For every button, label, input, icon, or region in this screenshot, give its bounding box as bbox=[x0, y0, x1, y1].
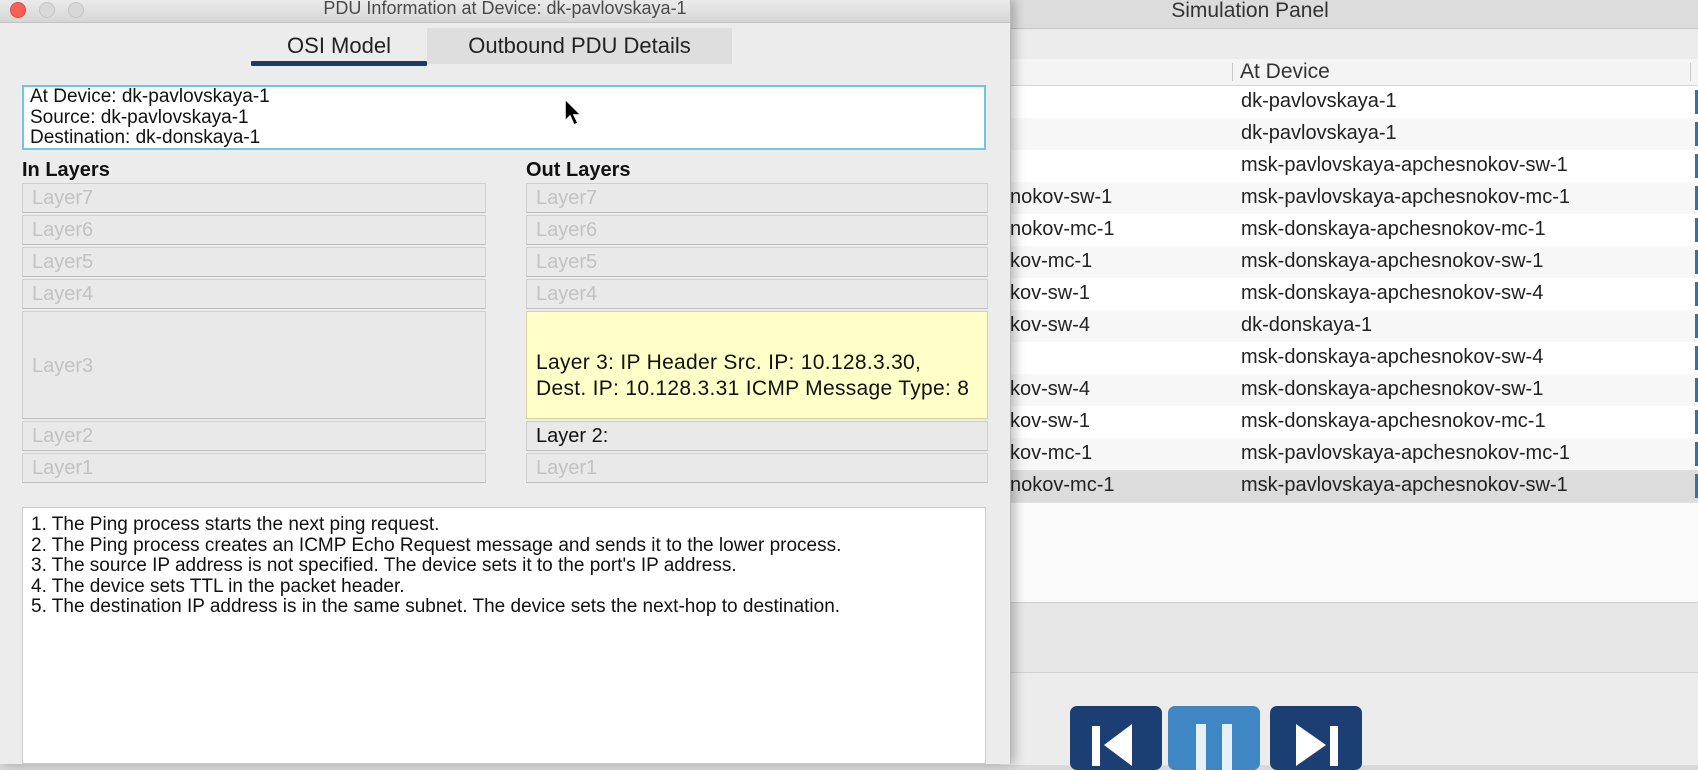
event-last-device-cell: nokov-mc-1 bbox=[1010, 218, 1115, 240]
process-step: 2. The Ping process creates an ICMP Echo… bbox=[31, 534, 842, 556]
event-row[interactable]: kov-sw-1 msk-donskaya-apchesnokov-mc-1 bbox=[1000, 406, 1698, 438]
simulation-panel-toolbar bbox=[1000, 29, 1698, 60]
event-row[interactable]: kov-sw-1 msk-donskaya-apchesnokov-sw-4 bbox=[1000, 278, 1698, 310]
event-row[interactable]: nokov-mc-1 msk-donskaya-apchesnokov-mc-1 bbox=[1000, 214, 1698, 246]
event-row[interactable]: kov-mc-1 msk-pavlovskaya-apchesnokov-mc-1 bbox=[1000, 438, 1698, 470]
out-layer-7-button[interactable]: Layer7 bbox=[526, 183, 988, 213]
simulation-panel-titlebar: Simulation Panel bbox=[1000, 0, 1698, 29]
event-row[interactable]: msk-donskaya-apchesnokov-sw-4 bbox=[1000, 342, 1698, 374]
process-step: 5. The destination IP address is in the … bbox=[31, 596, 841, 617]
in-layer-7-button[interactable]: Layer7 bbox=[22, 183, 486, 213]
event-at-device-cell: msk-pavlovskaya-apchesnokov-sw-1 bbox=[1241, 474, 1568, 496]
dialog-titlebar[interactable]: PDU Information at Device: dk-pavlovskay… bbox=[0, 0, 1010, 23]
pause-button[interactable] bbox=[1168, 706, 1260, 770]
event-at-device-cell: msk-donskaya-apchesnokov-sw-1 bbox=[1241, 378, 1544, 400]
tab-osi-model[interactable]: OSI Model bbox=[251, 28, 427, 66]
event-row[interactable]: kov-mc-1 msk-donskaya-apchesnokov-sw-1 bbox=[1000, 246, 1698, 278]
event-row[interactable]: nokov-sw-1 msk-pavlovskaya-apchesnokov-mc… bbox=[1000, 182, 1698, 214]
step-forward-icon bbox=[1296, 724, 1338, 766]
step-back-button[interactable] bbox=[1070, 706, 1162, 770]
in-layers-heading: In Layers bbox=[22, 159, 110, 181]
event-last-device-cell: kov-mc-1 bbox=[1010, 250, 1093, 272]
event-at-device-cell: msk-donskaya-apchesnokov-sw-4 bbox=[1241, 346, 1544, 368]
pause-icon bbox=[1196, 724, 1232, 770]
event-row[interactable]: dk-pavlovskaya-1 bbox=[1000, 118, 1698, 150]
column-separator[interactable] bbox=[1232, 63, 1233, 81]
in-layer-6-button[interactable]: Layer6 bbox=[22, 215, 486, 245]
column-separator[interactable] bbox=[1690, 63, 1691, 81]
event-row[interactable]: nokov-mc-1 msk-pavlovskaya-apchesnokov-sw… bbox=[1000, 470, 1698, 502]
event-at-device-cell: dk-pavlovskaya-1 bbox=[1241, 122, 1397, 144]
pdu-information-dialog: PDU Information at Device: dk-pavlovskay… bbox=[0, 0, 1011, 764]
process-step: 3. The source IP address is not specifie… bbox=[31, 555, 737, 576]
process-step: 4. The device sets TTL in the packet hea… bbox=[31, 575, 405, 597]
tab-outbound-pdu-details[interactable]: Outbound PDU Details bbox=[427, 28, 732, 64]
simulation-panel-window: Simulation Panel At Device dk-pavlovskay… bbox=[1000, 0, 1698, 770]
event-row[interactable]: msk-pavlovskaya-apchesnokov-sw-1 bbox=[1000, 150, 1698, 182]
event-last-device-cell: kov-mc-1 bbox=[1010, 442, 1093, 464]
out-layer-2-button[interactable]: Layer 2: bbox=[526, 421, 988, 451]
process-step: 1. The Ping process starts the next ping… bbox=[31, 514, 440, 535]
event-at-device-cell: msk-pavlovskaya-apchesnokov-mc-1 bbox=[1241, 186, 1571, 208]
step-back-icon bbox=[1092, 724, 1132, 766]
out-layer-3-details: Layer 3: IP Header Src. IP: 10.128.3.30,… bbox=[536, 351, 970, 400]
event-at-device-cell: msk-donskaya-apchesnokov-mc-1 bbox=[1241, 410, 1546, 432]
event-list: dk-pavlovskaya-1 dk-pavlovskaya-1 msk-pavl… bbox=[1000, 86, 1698, 502]
dialog-title: PDU Information at Device: dk-pavlovskay… bbox=[323, 0, 687, 18]
event-last-device-cell: nokov-sw-1 bbox=[1010, 186, 1113, 208]
simulation-panel-lower-area bbox=[1000, 602, 1698, 673]
out-layer-6-button[interactable]: Layer6 bbox=[526, 215, 988, 245]
event-last-device-cell: kov-sw-4 bbox=[1010, 314, 1091, 336]
event-list-header: At Device bbox=[1000, 59, 1698, 86]
event-at-device-cell: msk-pavlovskaya-apchesnokov-sw-1 bbox=[1241, 154, 1568, 176]
out-layer-1-button[interactable]: Layer1 bbox=[526, 453, 988, 483]
simulation-panel-title: Simulation Panel bbox=[1171, 0, 1329, 22]
mouse-pointer-icon bbox=[564, 98, 583, 127]
column-header-at-device[interactable]: At Device bbox=[1240, 60, 1330, 84]
destination-text: Destination: dk-donskaya-1 bbox=[30, 127, 261, 148]
event-at-device-cell: msk-donskaya-apchesnokov-sw-1 bbox=[1241, 250, 1544, 272]
event-at-device-cell: msk-pavlovskaya-apchesnokov-mc-1 bbox=[1241, 442, 1571, 464]
at-device-text: At Device: dk-pavlovskaya-1 bbox=[30, 86, 270, 107]
event-at-device-cell: msk-donskaya-apchesnokov-sw-4 bbox=[1241, 282, 1544, 304]
in-layer-2-button[interactable]: Layer2 bbox=[22, 421, 486, 451]
out-layer-5-button[interactable]: Layer5 bbox=[526, 247, 988, 277]
event-last-device-cell: nokov-mc-1 bbox=[1010, 474, 1115, 496]
out-layer-4-button[interactable]: Layer4 bbox=[526, 279, 988, 309]
event-at-device-cell: dk-pavlovskaya-1 bbox=[1241, 90, 1397, 112]
event-at-device-cell: msk-donskaya-apchesnokov-mc-1 bbox=[1241, 218, 1546, 240]
event-row[interactable]: kov-sw-4 msk-donskaya-apchesnokov-sw-1 bbox=[1000, 374, 1698, 406]
event-last-device-cell: kov-sw-1 bbox=[1010, 410, 1091, 432]
in-layer-5-button[interactable]: Layer5 bbox=[22, 247, 486, 277]
event-row[interactable]: dk-pavlovskaya-1 bbox=[1000, 86, 1698, 118]
event-at-device-cell: dk-donskaya-1 bbox=[1241, 314, 1373, 336]
in-layer-3-button[interactable]: Layer3 bbox=[22, 311, 486, 419]
pdu-summary-box: At Device: dk-pavlovskaya-1 Source: dk-p… bbox=[22, 85, 986, 150]
event-last-device-cell: kov-sw-4 bbox=[1010, 378, 1091, 400]
event-list-empty-area bbox=[1000, 502, 1698, 603]
source-text: Source: dk-pavlovskaya-1 bbox=[30, 106, 249, 128]
process-steps-box: 1. The Ping process starts the next ping… bbox=[22, 507, 986, 764]
out-layers-heading: Out Layers bbox=[526, 159, 631, 181]
event-row[interactable]: kov-sw-4 dk-donskaya-1 bbox=[1000, 310, 1698, 342]
out-layer-3-button[interactable]: Layer 3: IP Header Src. IP: 10.128.3.30,… bbox=[526, 311, 988, 419]
event-last-device-cell: kov-sw-1 bbox=[1010, 282, 1091, 304]
step-forward-button[interactable] bbox=[1270, 706, 1362, 770]
in-layer-4-button[interactable]: Layer4 bbox=[22, 279, 486, 309]
in-layer-1-button[interactable]: Layer1 bbox=[22, 453, 486, 483]
